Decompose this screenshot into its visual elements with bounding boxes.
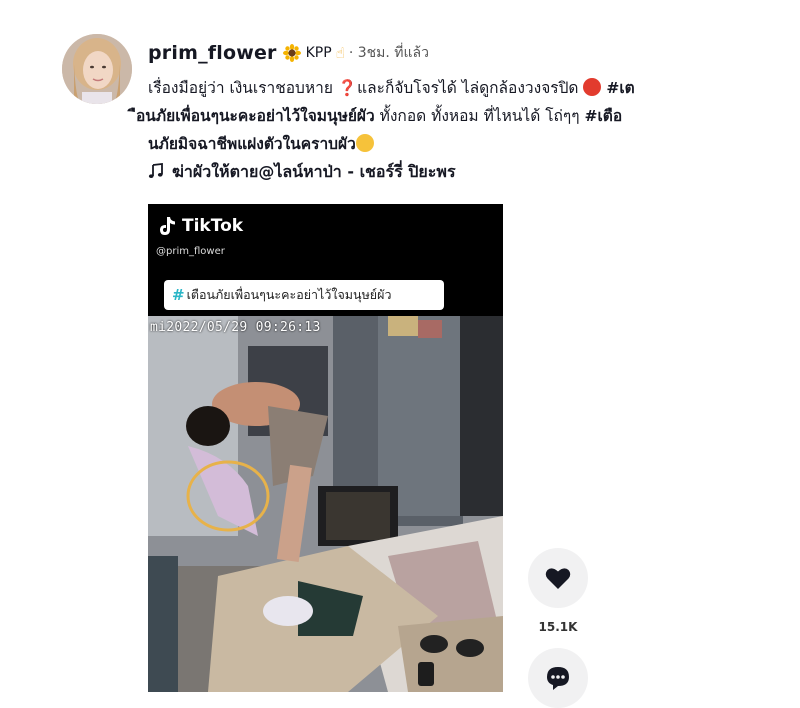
caption-text: และก็จับโจรได้ ไล่ดูกล้องวงจรปิด bbox=[357, 79, 584, 97]
hashtag-link[interactable]: ือนภัยเพื่อนๆนะคะอย่าไว้ใจมนุษย์ผัว bbox=[136, 107, 375, 125]
tiktok-icon bbox=[160, 217, 175, 235]
like-count: 15.1K bbox=[538, 620, 578, 634]
music-title: ฆ่าผัวให้ตาย@ไลน์หาป่า - เชอร์รี่ ปิยะพร bbox=[172, 162, 456, 181]
like-button[interactable] bbox=[528, 548, 588, 608]
username[interactable]: prim_flower bbox=[148, 42, 277, 64]
post-caption: เรื่องมือยู่ว่า เงินเราชอบหาย ❓และก็จับโ… bbox=[136, 74, 788, 158]
caption-text: ทั้งกอด ทั้งหอม ที่ไหนได้ โถ่ๆๆ bbox=[374, 107, 585, 125]
comment-icon bbox=[547, 667, 569, 690]
heart-icon bbox=[545, 568, 571, 589]
post-header: prim_flower KPP ☝ · 3ชม. ที่แล้ว bbox=[148, 40, 429, 66]
cctv-time: 2022/05/29 09:26:13 bbox=[166, 320, 321, 335]
video-watermark-handle: @prim_flower bbox=[156, 246, 225, 257]
avatar[interactable] bbox=[62, 34, 132, 104]
angry-face-icon bbox=[583, 78, 602, 96]
cctv-logo-icon: mi bbox=[150, 320, 167, 335]
cctv-scene bbox=[148, 316, 503, 692]
video-hashtag-overlay: # เตือนภัยเพื่อนๆนะคะอย่าไว้ใจมนุษย์ผัว bbox=[164, 280, 444, 310]
post-time: · 3ชม. ที่แล้ว bbox=[348, 45, 429, 61]
nickname: KPP bbox=[305, 45, 332, 61]
hashtag-icon: # bbox=[172, 286, 185, 304]
hashtag-link[interactable]: #เต bbox=[606, 79, 634, 97]
comment-button[interactable] bbox=[528, 648, 588, 708]
hashtag-link[interactable]: #เตือ bbox=[584, 107, 622, 125]
overlay-tag-text: เตือนภัยเพื่อนๆนะคะอย่าไว้ใจมนุษย์ผัว bbox=[186, 287, 392, 302]
tiktok-logo: TikTok bbox=[158, 216, 243, 236]
music-note-icon bbox=[148, 162, 164, 183]
caption-text: เรื่องมือยู่ว่า เงินเราชอบหาย bbox=[148, 79, 338, 97]
cctv-timestamp: mi2022/05/29 09:26:13 bbox=[150, 320, 321, 335]
sunflower-icon bbox=[282, 44, 301, 62]
hashtag-link[interactable]: นภัยมิจฉาชีพแฝงตัวในคราบผัว bbox=[148, 135, 356, 153]
video-player[interactable]: TikTok @prim_flower # เตือนภัยเพื่อนๆนะค… bbox=[148, 204, 503, 692]
pointing-hand-icon: ☝ bbox=[335, 44, 345, 62]
music-link[interactable]: ฆ่าผัวให้ตาย@ไลน์หาป่า - เชอร์รี่ ปิยะพร bbox=[148, 160, 456, 185]
question-mark-icon: ❓ bbox=[337, 79, 358, 97]
tiktok-brand: TikTok bbox=[182, 216, 244, 236]
angry-face-icon bbox=[355, 134, 374, 152]
